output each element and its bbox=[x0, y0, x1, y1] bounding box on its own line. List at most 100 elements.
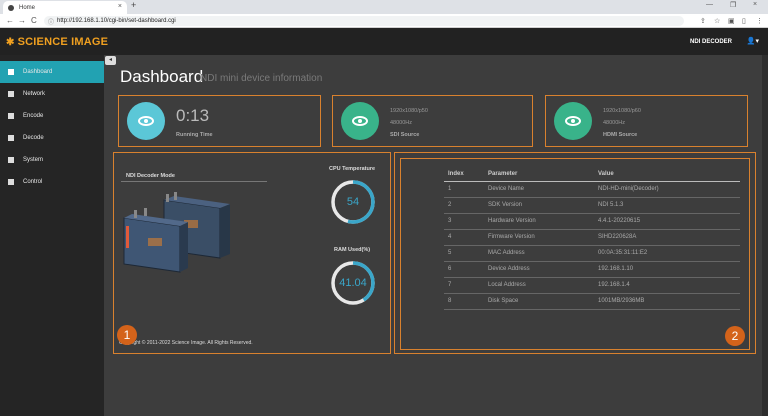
sidebar-toggle-button[interactable]: ◂ bbox=[105, 56, 116, 65]
row-index: 3 bbox=[444, 213, 488, 230]
callout-badge-2: 2 bbox=[725, 326, 745, 346]
cpu-temperature-value: 54 bbox=[346, 196, 360, 208]
url-text: http://192.168.1.10/cgi-bin/set-dashboar… bbox=[57, 18, 176, 24]
ram-used-label: RAM Used(%) bbox=[334, 247, 371, 253]
device-image bbox=[123, 192, 230, 273]
sidebar-item-label: Decode bbox=[23, 135, 44, 141]
bookmark-star-icon[interactable]: ☆ bbox=[714, 17, 720, 25]
page-title: Dashboard bbox=[120, 67, 204, 86]
device-info-table: Index Parameter Value 1 Device Name NDI-HD… bbox=[444, 167, 740, 310]
row-value: NDI 5.1.3 bbox=[598, 197, 740, 214]
page-subtitle: NDI mini device information bbox=[200, 73, 323, 84]
hdmi-source-circle bbox=[554, 102, 592, 140]
row-index: 1 bbox=[444, 181, 488, 198]
browser-toolbar: ← → C ⓘ http://192.168.1.10/cgi-bin/set-… bbox=[0, 14, 768, 28]
sidebar-item-network[interactable]: Network bbox=[0, 83, 104, 105]
row-parameter: SDK Version bbox=[488, 197, 598, 214]
minimize-button[interactable]: — bbox=[706, 1, 713, 8]
home-icon bbox=[8, 69, 14, 75]
window-close-button[interactable]: × bbox=[753, 1, 757, 8]
browser-tab[interactable]: Home × bbox=[3, 1, 127, 14]
row-value: NDI-HD-mini(Decoder) bbox=[598, 181, 740, 198]
sdi-resolution: 1920x1080/p50 bbox=[390, 108, 428, 114]
row-parameter: Hardware Version bbox=[488, 213, 598, 230]
hdmi-source-card: 1920x1080/p60 48000Hz HDMI Source bbox=[545, 95, 748, 147]
sidebar-item-system[interactable]: System bbox=[0, 149, 104, 171]
row-parameter: Firmware Version bbox=[488, 229, 598, 246]
row-value: 192.168.1.4 bbox=[598, 277, 740, 294]
eye-icon bbox=[565, 116, 581, 126]
hdmi-resolution: 1920x1080/p60 bbox=[603, 108, 641, 114]
sidebar: Dashboard Network Encode Decode System C… bbox=[0, 55, 104, 416]
row-parameter: Device Address bbox=[488, 261, 598, 278]
sidebar-item-label: Control bbox=[23, 179, 43, 185]
column-header-parameter: Parameter bbox=[488, 167, 598, 182]
copyright-text: Copyright © 2011-2022 Science Image. All… bbox=[119, 340, 253, 346]
table-row: 7 Local Address 192.168.1.4 bbox=[444, 277, 740, 294]
ram-used-value: 41.04 bbox=[339, 277, 367, 289]
row-index: 5 bbox=[444, 245, 488, 262]
reload-button[interactable]: C bbox=[31, 16, 37, 25]
sidebar-item-label: Network bbox=[23, 91, 46, 97]
hdmi-source-label: HDMI Source bbox=[603, 132, 638, 138]
brand-logo[interactable]: ✱ SCIENCE IMAGE bbox=[6, 36, 108, 48]
table-row: 5 MAC Address 00:0A:35:31:11:E2 bbox=[444, 245, 740, 262]
gear-icon: ✱ bbox=[6, 36, 15, 48]
sidebar-item-dashboard[interactable]: Dashboard bbox=[0, 61, 104, 83]
address-bar[interactable]: ⓘ http://192.168.1.10/cgi-bin/set-dashbo… bbox=[44, 16, 684, 26]
browser-menu-icon[interactable]: ⋮ bbox=[756, 17, 763, 25]
row-value: 00:0A:35:31:11:E2 bbox=[598, 245, 740, 262]
eye-icon bbox=[352, 116, 368, 126]
running-time-value: 0:13 bbox=[176, 106, 210, 125]
user-menu-icon[interactable]: 👤▾ bbox=[747, 37, 759, 45]
back-button[interactable]: ← bbox=[6, 16, 14, 25]
tab-close-icon[interactable]: × bbox=[118, 3, 122, 10]
tab-title: Home bbox=[19, 4, 36, 11]
tab-favicon-icon bbox=[8, 4, 14, 11]
row-index: 4 bbox=[444, 229, 488, 246]
row-parameter: Disk Space bbox=[488, 293, 598, 310]
cpu-temperature-label: CPU Temperature bbox=[329, 166, 376, 172]
new-tab-button[interactable]: + bbox=[131, 0, 136, 10]
system-icon bbox=[8, 157, 14, 163]
browser-titlebar: Home × + — ❐ × bbox=[0, 0, 768, 14]
sidebar-item-encode[interactable]: Encode bbox=[0, 105, 104, 127]
app-header: ✱ SCIENCE IMAGE NDI DECODER 👤▾ bbox=[0, 28, 768, 55]
running-time-card: 0:13 Running Time bbox=[118, 95, 321, 147]
row-value: 4.4.1-20220615 bbox=[598, 213, 740, 230]
sidebar-panel-icon[interactable]: ▣ bbox=[728, 17, 735, 25]
row-index: 2 bbox=[444, 197, 488, 214]
page-scrollbar[interactable] bbox=[762, 55, 768, 416]
hdmi-audio-rate: 48000Hz bbox=[603, 120, 626, 126]
sidebar-item-label: Encode bbox=[23, 113, 44, 119]
forward-button[interactable]: → bbox=[18, 16, 26, 25]
table-row: 1 Device Name NDI-HD-mini(Decoder) bbox=[444, 181, 740, 198]
row-value: SIHD220628A bbox=[598, 229, 740, 246]
row-parameter: Local Address bbox=[488, 277, 598, 294]
table-row: 2 SDK Version NDI 5.1.3 bbox=[444, 197, 740, 214]
row-index: 7 bbox=[444, 277, 488, 294]
eye-icon bbox=[138, 116, 154, 126]
table-row: 8 Disk Space 1001MB/2936MB bbox=[444, 293, 740, 310]
brand-name: SCIENCE IMAGE bbox=[17, 36, 109, 48]
sdi-audio-rate: 48000Hz bbox=[390, 120, 413, 126]
row-parameter: Device Name bbox=[488, 181, 598, 198]
share-icon[interactable]: ⇪ bbox=[700, 17, 706, 25]
running-time-label: Running Time bbox=[176, 132, 213, 138]
sidebar-item-label: Dashboard bbox=[23, 69, 53, 75]
sidebar-item-control[interactable]: Control bbox=[0, 171, 104, 193]
callout-badge-1: 1 bbox=[117, 325, 137, 345]
table-row: 6 Device Address 192.168.1.10 bbox=[444, 261, 740, 278]
row-value: 1001MB/2936MB bbox=[598, 293, 740, 310]
sdi-source-label: SDI Source bbox=[390, 132, 420, 138]
profile-icon[interactable]: ▯ bbox=[742, 17, 746, 25]
table-row: 3 Hardware Version 4.4.1-20220615 bbox=[444, 213, 740, 230]
row-index: 6 bbox=[444, 261, 488, 278]
monitor-icon bbox=[8, 135, 14, 141]
table-header-row: Index Parameter Value bbox=[444, 167, 740, 182]
sdi-source-circle bbox=[341, 102, 379, 140]
maximize-button[interactable]: ❐ bbox=[730, 1, 736, 9]
sidebar-item-decode[interactable]: Decode bbox=[0, 127, 104, 149]
column-header-index: Index bbox=[444, 167, 488, 182]
decoder-mode-title: NDI Decoder Mode bbox=[126, 173, 175, 179]
